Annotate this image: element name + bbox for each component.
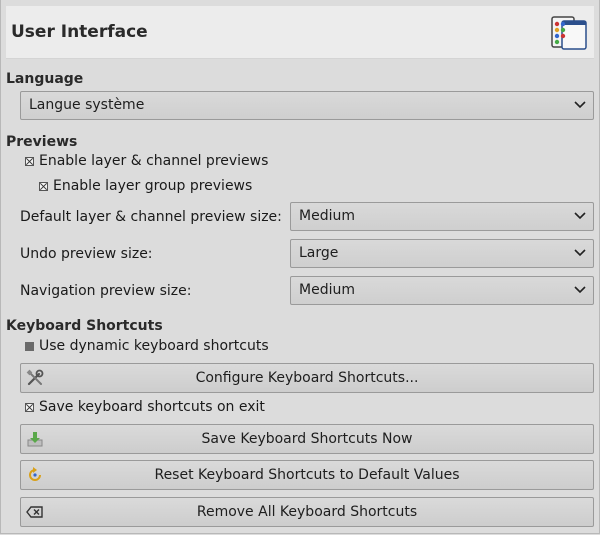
checkbox-unchecked-icon <box>25 342 34 351</box>
page-title: User Interface <box>11 22 148 42</box>
configure-shortcuts-label: Configure Keyboard Shortcuts... <box>195 370 419 386</box>
checkbox-checked-icon <box>25 157 34 166</box>
default-preview-size-label: Default layer & channel preview size: <box>20 209 282 225</box>
save-on-exit-checkbox[interactable]: Save keyboard shortcuts on exit <box>25 399 285 419</box>
enable-group-previews-label: Enable layer group previews <box>53 178 253 194</box>
nav-preview-size-value: Medium <box>299 282 355 298</box>
chevron-down-icon <box>574 286 586 294</box>
undo-preview-size-value: Large <box>299 245 339 261</box>
chevron-down-icon <box>574 212 586 220</box>
nav-preview-size-select[interactable]: Medium <box>290 276 594 305</box>
language-heading: Language <box>6 71 84 87</box>
configure-shortcuts-button[interactable]: Configure Keyboard Shortcuts... <box>20 363 594 393</box>
checkbox-checked-icon <box>39 182 48 191</box>
default-preview-size-select[interactable]: Medium <box>290 202 594 231</box>
checkbox-checked-icon <box>25 403 34 412</box>
keyboard-shortcuts-heading: Keyboard Shortcuts <box>6 318 163 334</box>
enable-group-previews-checkbox[interactable]: Enable layer group previews <box>39 178 279 198</box>
enable-layer-previews-checkbox[interactable]: Enable layer & channel previews <box>25 153 285 173</box>
page-header: User Interface <box>6 6 594 59</box>
undo-preview-size-label: Undo preview size: <box>20 246 153 262</box>
previews-heading: Previews <box>6 134 78 150</box>
default-preview-size-value: Medium <box>299 208 355 224</box>
undo-preview-size-select[interactable]: Large <box>290 239 594 268</box>
dynamic-shortcuts-label: Use dynamic keyboard shortcuts <box>39 338 269 354</box>
dynamic-shortcuts-checkbox[interactable]: Use dynamic keyboard shortcuts <box>25 338 285 358</box>
reset-shortcuts-button[interactable]: Reset Keyboard Shortcuts to Default Valu… <box>20 460 594 490</box>
save-shortcuts-now-label: Save Keyboard Shortcuts Now <box>201 431 413 447</box>
remove-all-shortcuts-label: Remove All Keyboard Shortcuts <box>196 504 418 520</box>
remove-all-shortcuts-button[interactable]: Remove All Keyboard Shortcuts <box>20 497 594 527</box>
save-shortcuts-now-button[interactable]: Save Keyboard Shortcuts Now <box>20 424 594 454</box>
reset-shortcuts-label: Reset Keyboard Shortcuts to Default Valu… <box>154 467 460 483</box>
chevron-down-icon <box>574 249 586 257</box>
save-on-exit-label: Save keyboard shortcuts on exit <box>39 399 265 415</box>
nav-preview-size-label: Navigation preview size: <box>20 283 192 299</box>
chevron-down-icon <box>574 101 586 109</box>
language-select[interactable]: Langue système <box>20 91 594 120</box>
interface-prefs-icon <box>551 16 587 50</box>
language-select-value: Langue système <box>29 97 145 113</box>
enable-layer-previews-label: Enable layer & channel previews <box>39 153 269 169</box>
